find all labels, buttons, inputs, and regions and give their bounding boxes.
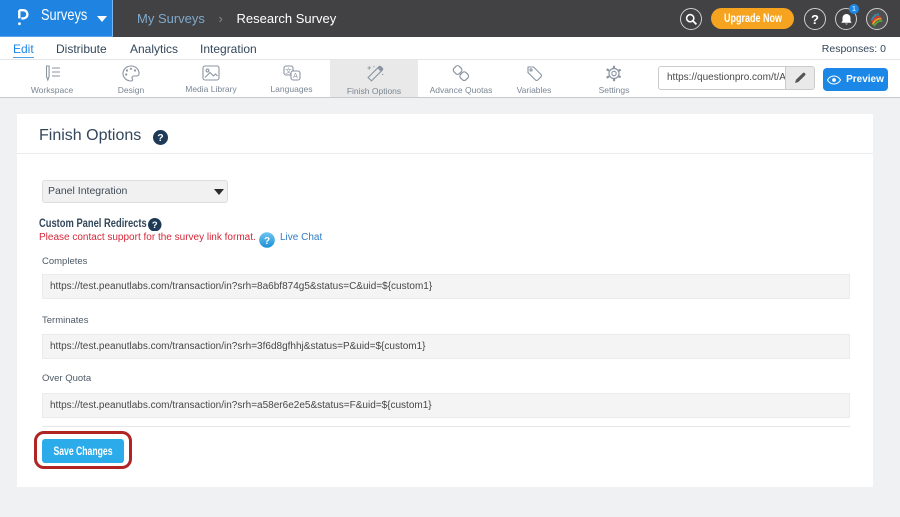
svg-text:A: A [293, 73, 298, 80]
svg-text:?: ? [152, 220, 158, 231]
svg-text:文: 文 [285, 66, 292, 75]
svg-text:?: ? [157, 132, 163, 144]
svg-text:?: ? [264, 236, 270, 247]
